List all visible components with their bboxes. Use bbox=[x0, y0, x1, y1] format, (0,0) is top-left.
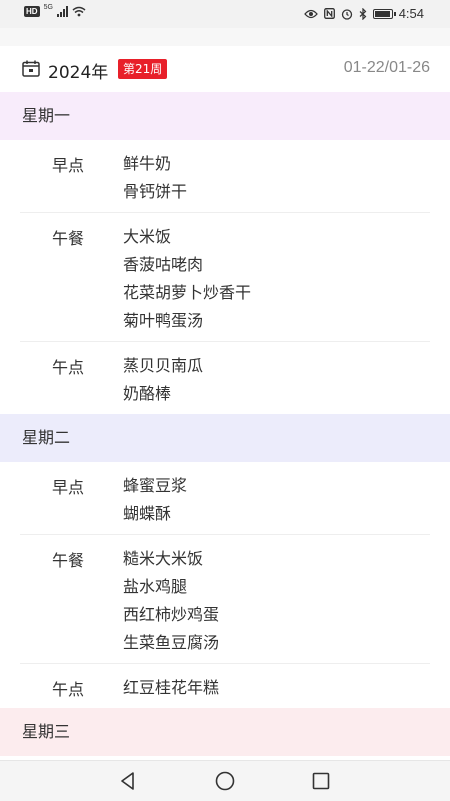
dish-item: 红豆桂花年糕 bbox=[123, 678, 220, 697]
dish-list: 蜂蜜豆浆 蝴蝶酥 bbox=[123, 472, 430, 528]
meal-label: 午餐 bbox=[52, 551, 85, 570]
meal-label: 早点 bbox=[52, 478, 85, 497]
battery-icon bbox=[372, 8, 396, 19]
week-badge[interactable]: 第21周 bbox=[118, 59, 168, 79]
signal-icon bbox=[56, 6, 68, 17]
dish-list: 糙米大米饭 盐水鸡腿 西红柿炒鸡蛋 生菜鱼豆腐汤 bbox=[123, 545, 430, 657]
dish-item: 生菜鱼豆腐汤 bbox=[123, 633, 220, 652]
dish-item: 骨钙饼干 bbox=[123, 182, 188, 201]
meal-label: 午点 bbox=[52, 680, 85, 699]
meal-block-monday-lunch: 午餐 大米饭 香菠咕咾肉 花菜胡萝卜炒香干 菊叶鸭蛋汤 bbox=[20, 213, 430, 342]
home-circle-icon[interactable] bbox=[215, 771, 235, 791]
day-label: 星期二 bbox=[22, 428, 71, 447]
hd-badge: HD bbox=[24, 6, 40, 17]
meal-block-tuesday-snack: 午点 红豆桂花年糕 bbox=[20, 664, 430, 708]
meal-label: 午点 bbox=[52, 358, 85, 377]
dish-item: 糙米大米饭 bbox=[123, 549, 204, 568]
dish-item: 花菜胡萝卜炒香干 bbox=[123, 283, 252, 302]
meal-block-tuesday-breakfast: 早点 蜂蜜豆浆 蝴蝶酥 bbox=[20, 462, 430, 535]
date-range: 01-22/01-26 bbox=[343, 59, 430, 76]
meal-label: 午餐 bbox=[52, 229, 85, 248]
dish-item: 香菠咕咾肉 bbox=[123, 255, 204, 274]
dish-list: 鲜牛奶 骨钙饼干 bbox=[123, 150, 430, 206]
bluetooth-icon bbox=[359, 7, 367, 20]
dish-item: 蜂蜜豆浆 bbox=[123, 476, 188, 495]
eye-icon bbox=[303, 9, 318, 18]
dish-item: 奶酪棒 bbox=[123, 384, 172, 403]
day-header-wednesday: 星期三 bbox=[0, 708, 450, 756]
nfc-icon bbox=[323, 8, 335, 19]
day-header-monday: 星期一 bbox=[0, 92, 450, 140]
calendar-icon[interactable] bbox=[22, 60, 40, 77]
year-label[interactable]: 2024年 bbox=[48, 58, 108, 83]
dish-item: 鲜牛奶 bbox=[123, 154, 172, 173]
status-bar: HD 5G 4:54 bbox=[0, 0, 450, 28]
header-gap bbox=[0, 28, 450, 46]
network-type: 5G bbox=[43, 4, 53, 11]
meal-block-tuesday-lunch: 午餐 糙米大米饭 盐水鸡腿 西红柿炒鸡蛋 生菜鱼豆腐汤 bbox=[20, 535, 430, 664]
dish-list: 蒸贝贝南瓜 奶酪棒 bbox=[123, 352, 430, 408]
meal-block-monday-snack: 午点 蒸贝贝南瓜 奶酪棒 bbox=[20, 342, 430, 414]
dish-item: 菊叶鸭蛋汤 bbox=[123, 311, 204, 330]
meal-block-monday-breakfast: 早点 鲜牛奶 骨钙饼干 bbox=[20, 140, 430, 213]
status-time: 4:54 bbox=[398, 6, 424, 21]
dish-item: 蝴蝶酥 bbox=[123, 504, 172, 523]
day-label: 星期一 bbox=[22, 106, 71, 125]
meal-label: 早点 bbox=[52, 156, 85, 175]
back-triangle-icon[interactable] bbox=[118, 771, 138, 791]
dish-list: 红豆桂花年糕 bbox=[123, 674, 430, 702]
status-left: HD 5G bbox=[24, 4, 86, 17]
day-label: 星期三 bbox=[22, 722, 71, 741]
dish-item: 西红柿炒鸡蛋 bbox=[123, 605, 220, 624]
status-right: 4:54 bbox=[303, 6, 424, 21]
dish-item: 蒸贝贝南瓜 bbox=[123, 356, 204, 375]
alarm-icon bbox=[341, 8, 352, 20]
dish-item: 盐水鸡腿 bbox=[123, 577, 188, 596]
menu-list[interactable]: 星期一 早点 鲜牛奶 骨钙饼干 午餐 大米饭 香菠咕咾肉 花菜胡萝卜炒香干 菊叶… bbox=[0, 92, 450, 760]
dish-list: 大米饭 香菠咕咾肉 花菜胡萝卜炒香干 菊叶鸭蛋汤 bbox=[123, 223, 430, 335]
system-nav-bar bbox=[0, 760, 450, 801]
dish-item: 大米饭 bbox=[123, 227, 172, 246]
recents-square-icon[interactable] bbox=[311, 771, 331, 791]
wifi-icon bbox=[72, 6, 86, 17]
week-header: 2024年 第21周 01-22/01-26 bbox=[0, 46, 450, 92]
day-header-tuesday: 星期二 bbox=[0, 414, 450, 462]
